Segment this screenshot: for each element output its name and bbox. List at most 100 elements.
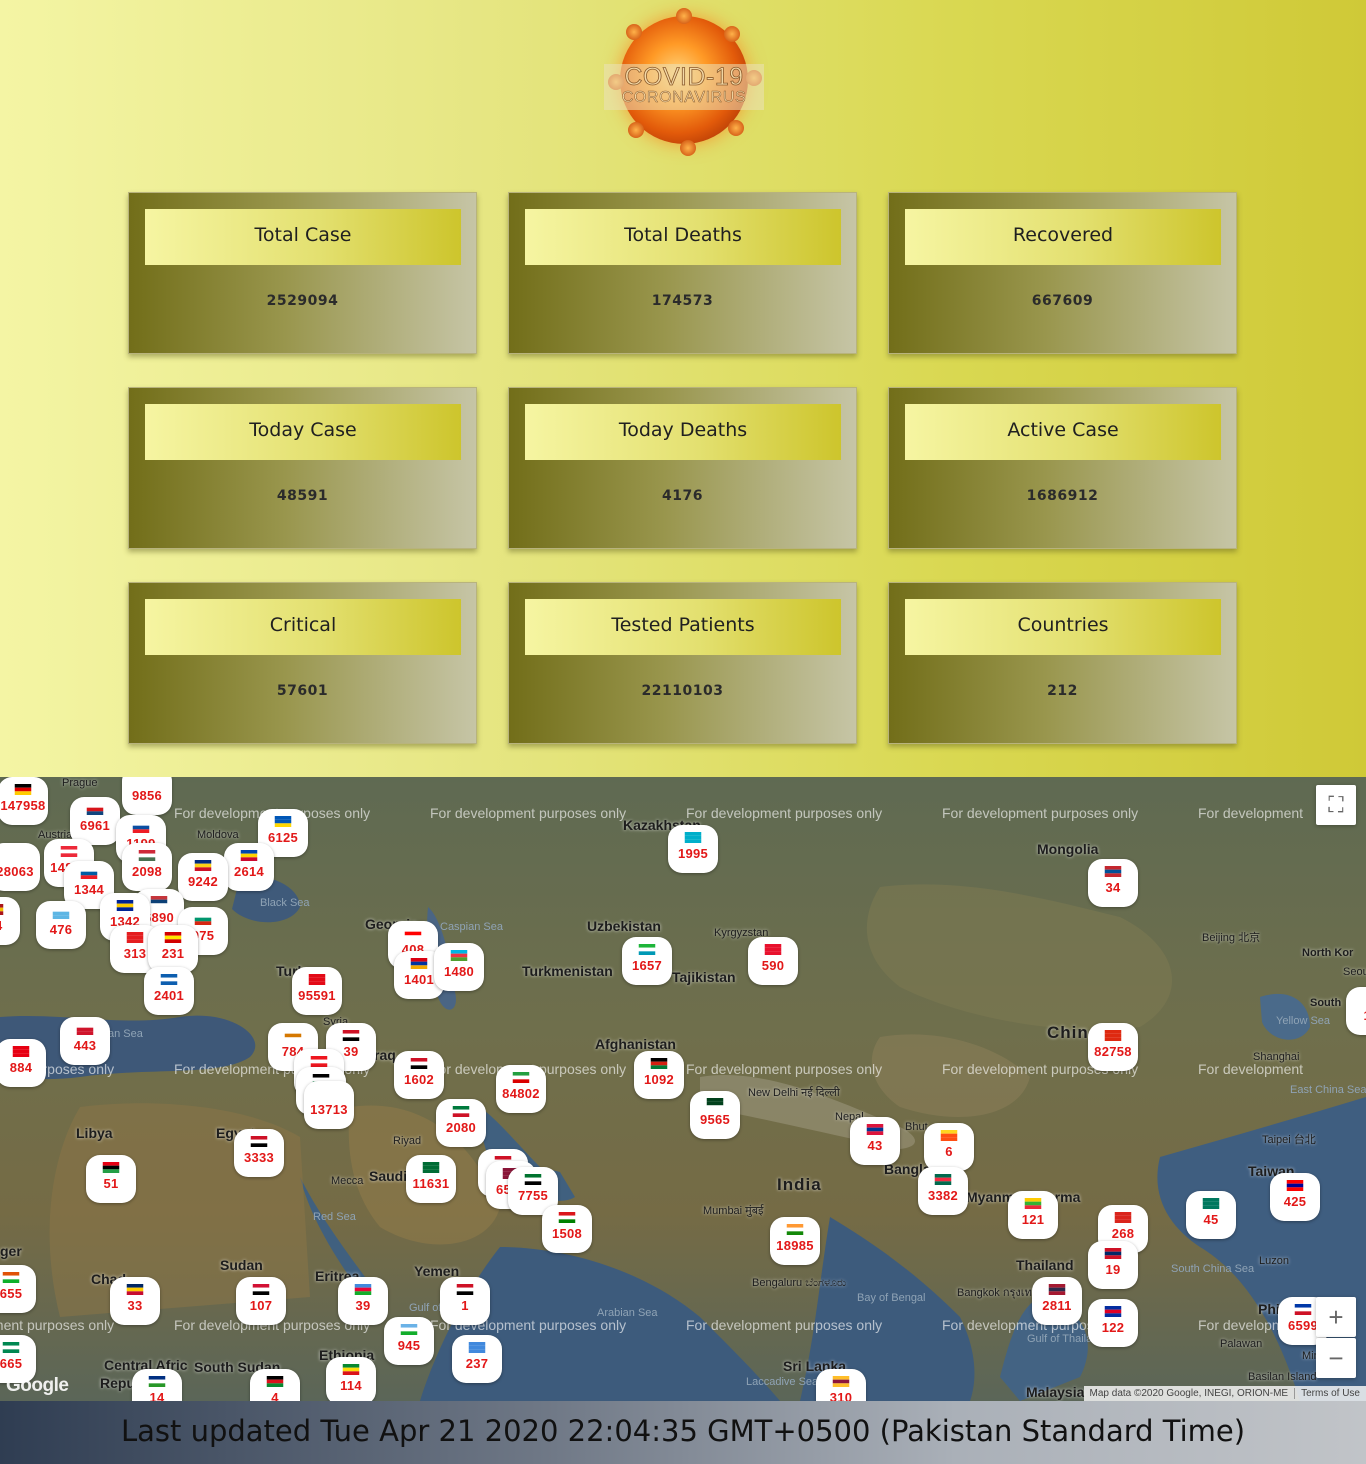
country-marker-mongolia[interactable]: 34	[1088, 859, 1138, 907]
country-marker-eritrea[interactable]: 39	[338, 1277, 388, 1325]
country-marker-sanmarino[interactable]: 476	[36, 901, 86, 949]
country-marker-pakistan[interactable]: 9565	[690, 1091, 740, 1139]
country-marker-thailand[interactable]: 2811	[1032, 1277, 1082, 1325]
card-title: Recovered	[905, 209, 1221, 265]
sea-label: an Sea	[108, 1028, 143, 1040]
marker-count: 9565	[699, 1112, 731, 1127]
country-marker-switzerland[interactable]: 28063	[0, 843, 40, 891]
flag-icon	[638, 944, 656, 955]
country-marker-macao[interactable]: 45	[1186, 1191, 1236, 1239]
country-marker-kyrgyzstan[interactable]: 590	[748, 937, 798, 985]
flag-icon	[706, 1098, 724, 1109]
flag-icon	[450, 950, 468, 961]
logo-subtitle: CORONAVIRUS	[621, 89, 747, 106]
zoom-out-button[interactable]: −	[1316, 1338, 1356, 1378]
country-marker-uzbekistan[interactable]: 1657	[622, 937, 672, 985]
country-marker-iran[interactable]: 84802	[496, 1065, 546, 1113]
country-marker-laos[interactable]: 19	[1088, 1241, 1138, 1289]
marker-count: 2098	[131, 864, 163, 879]
place-label: Thailand	[1016, 1257, 1074, 1273]
marker-count: 1602	[403, 1072, 435, 1087]
card-title: Critical	[145, 599, 461, 655]
country-marker-somalia[interactable]: 237	[452, 1335, 502, 1383]
country-marker-czech[interactable]: 6961	[70, 797, 120, 845]
flag-icon	[126, 932, 144, 943]
country-marker-spain-edge[interactable]: 94	[0, 897, 20, 945]
country-marker-libya[interactable]: 51	[86, 1155, 136, 1203]
fullscreen-icon: ⛶	[1328, 792, 1344, 817]
country-marker-india[interactable]: 18985	[770, 1217, 820, 1265]
country-marker-southsudan[interactable]: 4	[250, 1369, 300, 1401]
flag-icon	[684, 832, 702, 843]
map-watermark: For development	[1198, 1061, 1304, 1077]
country-marker-kuwait[interactable]: 2080	[436, 1099, 486, 1147]
country-marker-hungary[interactable]: 2098	[122, 843, 172, 891]
country-marker-chad[interactable]: 33	[110, 1277, 160, 1325]
country-marker-turkey[interactable]: 95591	[292, 967, 342, 1015]
terms-link[interactable]: Terms of Use	[1294, 1388, 1360, 1399]
flag-icon	[52, 908, 70, 919]
marker-count: 425	[1283, 1194, 1307, 1209]
flag-icon	[86, 804, 104, 815]
marker-count: 147958	[0, 798, 46, 813]
map-watermark: For development purposes only	[430, 805, 627, 821]
country-marker-myanmar[interactable]: 121	[1008, 1191, 1058, 1239]
flag-icon	[194, 914, 212, 925]
place-label: Prague	[62, 777, 98, 789]
place-label: raq	[374, 1047, 396, 1063]
marker-count: 13713	[310, 1102, 348, 1117]
country-marker-malta[interactable]: 443	[60, 1017, 110, 1065]
fullscreen-button[interactable]: ⛶	[1316, 785, 1356, 825]
country-marker-taiwan[interactable]: 425	[1270, 1173, 1320, 1221]
country-marker-israel[interactable]: 13713	[304, 1081, 354, 1129]
country-marker-bangladesh[interactable]: 3382	[918, 1167, 968, 1215]
card-value: 22110103	[641, 683, 724, 699]
world-map[interactable]: For development purposes only For develo…	[0, 777, 1366, 1401]
country-marker-nepal[interactable]: 43	[850, 1117, 900, 1165]
country-marker-saudi[interactable]: 11631	[406, 1155, 456, 1203]
country-marker-azerbaijan[interactable]: 1480	[434, 943, 484, 991]
country-marker-sudan[interactable]: 107	[236, 1277, 286, 1325]
place-label: Bengaluru ಬೆಂಗಳೂರು	[752, 1277, 847, 1289]
country-marker-oman[interactable]: 1508	[542, 1205, 592, 1253]
flag-icon	[274, 816, 292, 827]
flag-icon	[164, 932, 182, 943]
marker-count: 33	[127, 1298, 143, 1313]
country-marker-tunisia[interactable]: 884	[0, 1039, 46, 1087]
country-marker-car[interactable]: 14	[132, 1369, 182, 1401]
country-marker-cambodia[interactable]: 122	[1088, 1299, 1138, 1347]
flag-icon	[1202, 1198, 1220, 1209]
flag-icon	[400, 1324, 418, 1335]
country-marker-iraq[interactable]: 1602	[394, 1051, 444, 1099]
flag-icon	[132, 822, 150, 833]
country-marker-moldova[interactable]: 2614	[224, 843, 274, 891]
country-marker-srilanka[interactable]: 310	[816, 1369, 866, 1401]
marker-count: 1	[461, 1298, 469, 1313]
country-marker-niger[interactable]: 655	[0, 1265, 36, 1313]
country-marker-japan-edge[interactable]: 10	[1346, 987, 1366, 1035]
country-marker-greece[interactable]: 2401	[144, 967, 194, 1015]
country-marker-afghanistan[interactable]: 1092	[634, 1051, 684, 1099]
country-marker-yemen[interactable]: 1	[440, 1277, 490, 1325]
country-marker-macedonia[interactable]: 231	[148, 925, 198, 973]
country-marker-germany[interactable]: 147958	[0, 777, 48, 825]
country-marker-djibouti[interactable]: 945	[384, 1317, 434, 1365]
sea-label: Arabian Sea	[597, 1307, 658, 1319]
place-label: Luzon	[1259, 1255, 1289, 1267]
flag-icon	[2, 1272, 20, 1283]
zoom-in-button[interactable]: +	[1316, 1297, 1356, 1337]
country-marker-ethiopia[interactable]: 114	[326, 1357, 376, 1401]
flag-icon	[310, 1056, 328, 1067]
flag-icon	[126, 1284, 144, 1295]
country-marker-china[interactable]: 82758	[1088, 1023, 1138, 1071]
country-marker-egypt[interactable]: 3333	[234, 1129, 284, 1177]
marker-count: 114	[340, 1378, 362, 1393]
card-value: 212	[1047, 683, 1078, 699]
country-marker-kazakhstan[interactable]: 1995	[668, 825, 718, 873]
marker-count: 1092	[643, 1072, 675, 1087]
country-marker-bhutan[interactable]: 6	[924, 1123, 974, 1171]
country-marker-romania[interactable]: 9242	[178, 853, 228, 901]
flag-icon	[150, 896, 168, 907]
flag-icon	[422, 1162, 440, 1173]
country-marker-italy-top[interactable]: 9856	[122, 777, 172, 815]
